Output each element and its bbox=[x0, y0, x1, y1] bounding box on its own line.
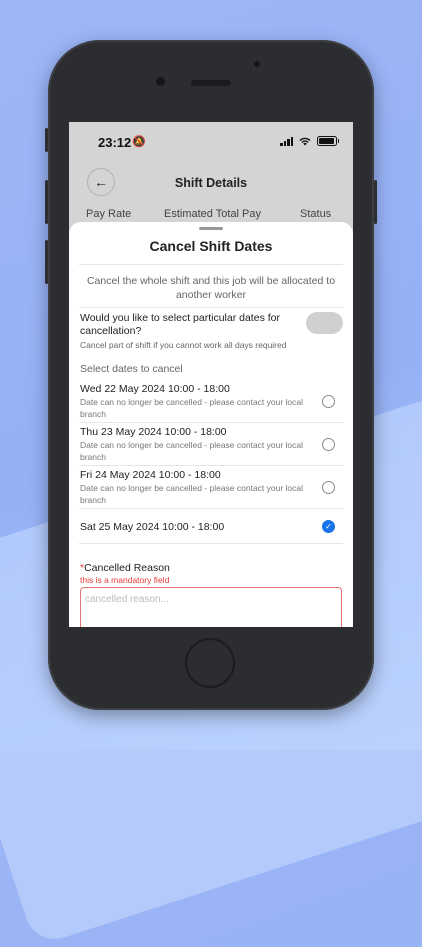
date-radio[interactable] bbox=[322, 438, 335, 451]
cancel-whole-shift-option[interactable]: Cancel the whole shift and this job will… bbox=[81, 274, 341, 302]
volume-up-button bbox=[45, 180, 48, 224]
checkmark-icon: ✓ bbox=[325, 522, 332, 531]
app-header: ← Shift Details bbox=[69, 162, 353, 202]
battery-icon bbox=[317, 136, 339, 146]
bell-muted-icon: 🔕 bbox=[132, 136, 146, 148]
divider bbox=[79, 307, 343, 308]
status-time: 23:12 bbox=[98, 135, 132, 150]
date-row-note: Date can no longer be cancelled - please… bbox=[80, 440, 304, 462]
date-row-note: Date can no longer be cancelled - please… bbox=[80, 397, 304, 419]
select-dates-question: Would you like to select particular date… bbox=[80, 312, 280, 337]
column-pay-rate: Pay Rate bbox=[86, 208, 132, 220]
date-row-date: Wed 22 May 2024 10:00 - 18:00 bbox=[80, 383, 230, 395]
date-row-date: Sat 25 May 2024 10:00 - 18:00 bbox=[80, 521, 225, 533]
date-radio[interactable] bbox=[322, 481, 335, 494]
cancelled-reason-input[interactable] bbox=[80, 587, 342, 627]
date-radio[interactable] bbox=[322, 395, 335, 408]
date-row[interactable]: Wed 22 May 2024 10:00 - 18:00 Date can n… bbox=[79, 380, 343, 423]
volume-down-button bbox=[45, 240, 48, 284]
divider bbox=[79, 264, 343, 265]
status-bar: 23:12 🔕 bbox=[69, 122, 353, 162]
select-dates-toggle[interactable] bbox=[306, 312, 343, 334]
power-button bbox=[374, 180, 377, 224]
date-radio-checked[interactable]: ✓ bbox=[322, 520, 335, 533]
date-row-date: Thu 23 May 2024 10:00 - 18:00 bbox=[80, 426, 227, 438]
cancelled-reason-label: *Cancelled Reason bbox=[80, 562, 170, 574]
date-row-note: Date can no longer be cancelled - please… bbox=[80, 483, 304, 505]
sheet-drag-handle[interactable] bbox=[199, 227, 223, 230]
front-sensor bbox=[254, 61, 260, 67]
date-row[interactable]: Sat 25 May 2024 10:00 - 18:00 ✓ bbox=[79, 509, 343, 544]
page-title: Shift Details bbox=[174, 176, 248, 190]
mute-switch bbox=[45, 128, 48, 152]
front-camera bbox=[156, 77, 165, 86]
sheet-title: Cancel Shift Dates bbox=[149, 238, 273, 254]
app-screen: 23:12 🔕 ← Shift Details Pay Rate Estimat… bbox=[69, 122, 353, 627]
cancel-shift-sheet: Cancel Shift Dates Cancel the whole shif… bbox=[69, 222, 353, 627]
date-row-date: Fri 24 May 2024 10:00 - 18:00 bbox=[80, 469, 221, 481]
select-dates-label: Select dates to cancel bbox=[80, 363, 183, 375]
cellular-signal-icon bbox=[280, 136, 293, 146]
earpiece-speaker bbox=[191, 80, 231, 86]
column-estimated-total-pay: Estimated Total Pay bbox=[164, 208, 262, 220]
mandatory-field-error: this is a mandatory field bbox=[80, 575, 170, 585]
wifi-icon bbox=[299, 137, 311, 145]
select-dates-hint: Cancel part of shift if you cannot work … bbox=[80, 340, 287, 350]
cancelled-reason-label-text: Cancelled Reason bbox=[84, 562, 170, 574]
date-row[interactable]: Fri 24 May 2024 10:00 - 18:00 Date can n… bbox=[79, 466, 343, 509]
column-status: Status bbox=[300, 208, 332, 220]
home-button[interactable] bbox=[185, 638, 235, 688]
date-row[interactable]: Thu 23 May 2024 10:00 - 18:00 Date can n… bbox=[79, 423, 343, 466]
